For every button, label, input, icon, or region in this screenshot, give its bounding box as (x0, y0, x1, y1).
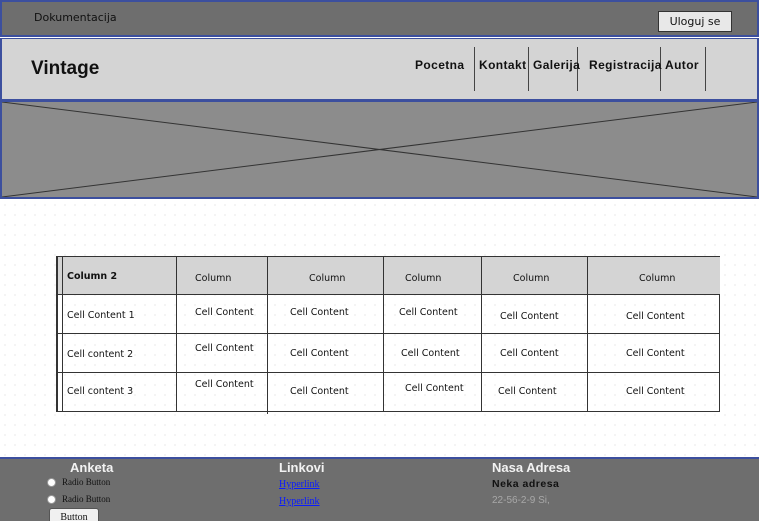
footer-hyperlink[interactable]: Hyperlink (279, 496, 320, 507)
table-cell: Cell Content (195, 379, 254, 390)
table-cell: Cell Content (290, 307, 349, 318)
address-title: Nasa Adresa (492, 460, 571, 475)
table-cell: Cell Content (500, 311, 559, 322)
data-table: Column 2 Column Column Column Column Col… (56, 256, 720, 414)
nav-item-kontakt[interactable]: Kontakt (475, 47, 529, 91)
brand-logo-text: Vintage (31, 58, 100, 79)
table-header-cell[interactable]: Column (513, 273, 549, 284)
radio-button-icon[interactable] (47, 494, 56, 504)
documentation-title: Dokumentacija (34, 11, 117, 24)
radio-option[interactable]: Radio Button (47, 477, 110, 487)
hero-image-placeholder (0, 101, 759, 199)
radio-option-label: Radio Button (62, 494, 111, 504)
column-divider (176, 257, 177, 412)
table-header-cell[interactable]: Column (195, 273, 231, 284)
links-title: Linkovi (279, 460, 325, 475)
column-divider (587, 257, 588, 412)
table-cell: Cell content 2 (67, 349, 134, 360)
table-cell: Cell Content (626, 311, 685, 322)
main-nav: Pocetna Kontakt Galerija Registracija Au… (407, 47, 706, 91)
header-nav-bar: Vintage Pocetna Kontakt Galerija Registr… (0, 38, 759, 101)
poll-title: Anketa (70, 460, 114, 475)
nav-item-registracija[interactable]: Registracija (578, 47, 661, 91)
table-cell: Cell Content (626, 348, 685, 359)
footer: Anketa Radio Button Radio Button Button … (0, 457, 759, 521)
nav-item-galerija[interactable]: Galerija (529, 47, 580, 91)
table-cell: Cell Content (401, 348, 460, 359)
table-header-cell[interactable]: Column (639, 273, 675, 284)
radio-option-label: Radio Button (62, 477, 111, 487)
table-header-cell[interactable]: Column (405, 273, 441, 284)
page: Dokumentacija Uloguj se Vintage Pocetna … (0, 0, 759, 521)
row-divider (58, 372, 720, 373)
table-header-cell[interactable]: Column 2 (67, 271, 117, 282)
column-divider (383, 257, 384, 412)
table-cell: Cell Content (500, 348, 559, 359)
radio-option[interactable]: Radio Button (47, 494, 110, 504)
table-header-row (58, 257, 720, 295)
table-cell: Cell Content (290, 386, 349, 397)
table-cell: Cell Content (195, 307, 254, 318)
footer-hyperlink[interactable]: Hyperlink (279, 479, 320, 490)
address-line: Neka adresa (492, 478, 560, 490)
table-cell: Cell content 3 (67, 386, 134, 397)
column-divider (267, 257, 268, 414)
table-cell: Cell Content (405, 383, 464, 394)
table-cell: Cell Content (290, 348, 349, 359)
table-header-cell[interactable]: Column (309, 273, 345, 284)
table-cell: Cell Content (195, 343, 254, 354)
address-line: 22-56-2-9 Si, (492, 495, 550, 506)
table-cell: Cell Content (626, 386, 685, 397)
poll-submit-button[interactable]: Button (49, 508, 99, 521)
nav-item-pocetna[interactable]: Pocetna (407, 47, 475, 91)
column-divider (481, 257, 482, 412)
top-bar: Dokumentacija Uloguj se (0, 0, 759, 37)
row-header-divider (62, 257, 63, 412)
table-cell: Cell Content (399, 307, 458, 318)
radio-button-icon[interactable] (47, 477, 56, 487)
image-placeholder-icon (2, 102, 757, 197)
login-button[interactable]: Uloguj se (658, 11, 732, 32)
table-cell: Cell Content (498, 386, 557, 397)
row-divider (58, 333, 720, 334)
nav-item-autor[interactable]: Autor (661, 47, 706, 91)
table-cell: Cell Content 1 (67, 310, 135, 321)
